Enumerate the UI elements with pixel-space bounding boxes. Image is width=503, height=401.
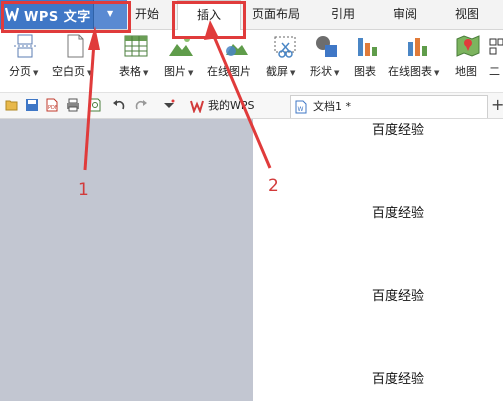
callout-number-1: 1 <box>78 180 89 200</box>
annotation-arrows <box>83 20 272 171</box>
arrow-2-head <box>204 20 219 40</box>
arrow-1 <box>83 41 96 171</box>
arrow-1-head <box>88 26 100 50</box>
arrow-2 <box>211 33 272 169</box>
callout-number-2: 2 <box>268 176 279 196</box>
